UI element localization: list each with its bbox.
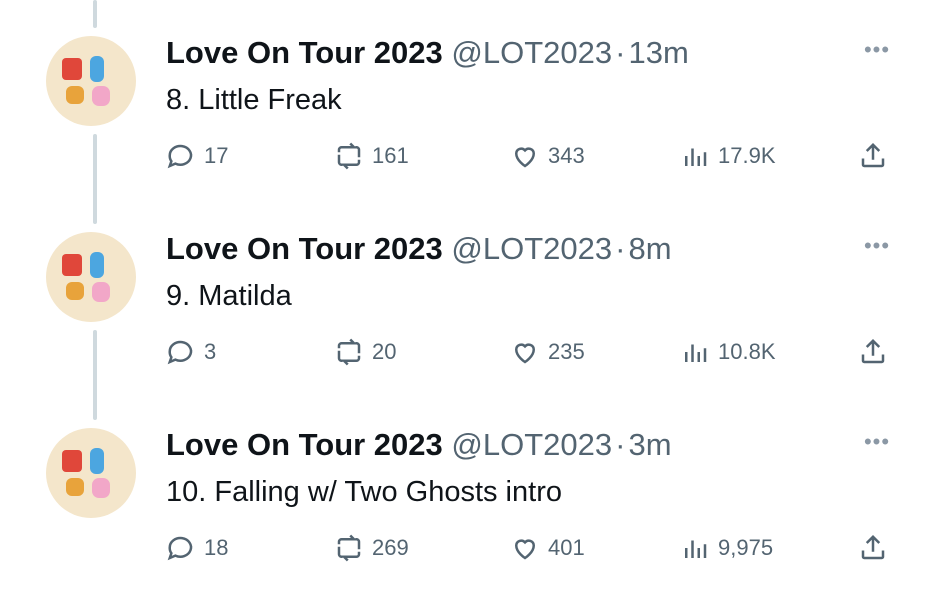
avatar[interactable] xyxy=(46,428,136,518)
views-count: 9,975 xyxy=(718,535,774,560)
timestamp[interactable]: 13m xyxy=(628,35,688,70)
retweet-count: 161 xyxy=(372,143,409,168)
reply-count: 3 xyxy=(204,339,217,364)
more-icon[interactable]: ••• xyxy=(862,431,892,453)
author-handle[interactable]: @LOT2023 xyxy=(451,231,612,266)
like-button[interactable]: 401 xyxy=(510,533,585,563)
reply-button[interactable]: 17 xyxy=(166,141,228,171)
tweet-header: Love On Tour 2023 @LOT2023·8m xyxy=(166,230,672,268)
retweet-icon xyxy=(337,338,361,366)
like-count: 401 xyxy=(548,535,585,560)
more-icon[interactable]: ••• xyxy=(862,39,892,61)
share-button[interactable] xyxy=(858,141,888,171)
views-button[interactable]: 17.9K xyxy=(680,141,776,171)
author-name[interactable]: Love On Tour 2023 xyxy=(166,35,443,70)
retweet-button[interactable]: 20 xyxy=(334,337,396,367)
share-icon xyxy=(861,338,885,364)
separator: · xyxy=(615,231,626,266)
retweet-button[interactable]: 161 xyxy=(334,141,409,171)
author-name[interactable]: Love On Tour 2023 xyxy=(166,427,443,462)
retweet-icon xyxy=(337,142,361,170)
views-button[interactable]: 10.8K xyxy=(680,337,776,367)
author-handle[interactable]: @LOT2023 xyxy=(451,427,612,462)
separator: · xyxy=(615,427,626,462)
reply-button[interactable]: 18 xyxy=(166,533,228,563)
views-count: 10.8K xyxy=(718,339,776,364)
retweet-count: 269 xyxy=(372,535,409,560)
heart-icon xyxy=(514,539,536,560)
tweet-text: 10. Falling w/ Two Ghosts intro xyxy=(166,476,562,508)
timestamp[interactable]: 8m xyxy=(628,231,671,266)
share-button[interactable] xyxy=(858,337,888,367)
like-count: 235 xyxy=(548,339,585,364)
share-icon xyxy=(861,142,885,168)
views-icon xyxy=(685,344,707,362)
views-icon xyxy=(685,540,707,558)
tweet-header: Love On Tour 2023 @LOT2023·3m xyxy=(166,426,672,464)
retweet-count: 20 xyxy=(372,339,397,364)
reply-count: 17 xyxy=(204,143,229,168)
like-button[interactable]: 235 xyxy=(510,337,585,367)
avatar[interactable] xyxy=(46,232,136,322)
tweet[interactable]: Love On Tour 2023 @LOT2023·8m ••• 9. Mat… xyxy=(0,196,941,392)
heart-icon xyxy=(514,343,536,364)
reply-icon xyxy=(167,340,193,365)
views-button[interactable]: 9,975 xyxy=(680,533,773,563)
reply-icon xyxy=(167,536,193,561)
like-count: 343 xyxy=(548,143,585,168)
retweet-button[interactable]: 269 xyxy=(334,533,409,563)
separator: · xyxy=(615,35,626,70)
views-icon xyxy=(685,148,707,166)
tweet[interactable]: Love On Tour 2023 @LOT2023·13m ••• 8. Li… xyxy=(0,0,941,196)
tweet[interactable]: Love On Tour 2023 @LOT2023·3m ••• 10. Fa… xyxy=(0,392,941,588)
reply-count: 18 xyxy=(204,535,229,560)
avatar[interactable] xyxy=(46,36,136,126)
share-icon xyxy=(861,534,885,560)
reply-icon xyxy=(167,144,193,169)
retweet-icon xyxy=(337,534,361,562)
tweet-header: Love On Tour 2023 @LOT2023·13m xyxy=(166,34,689,72)
share-button[interactable] xyxy=(858,533,888,563)
more-icon[interactable]: ••• xyxy=(862,235,892,257)
author-name[interactable]: Love On Tour 2023 xyxy=(166,231,443,266)
views-count: 17.9K xyxy=(718,143,776,168)
reply-button[interactable]: 3 xyxy=(166,337,216,367)
heart-icon xyxy=(514,147,536,168)
tweet-text: 8. Little Freak xyxy=(166,84,342,116)
author-handle[interactable]: @LOT2023 xyxy=(451,35,612,70)
like-button[interactable]: 343 xyxy=(510,141,585,171)
timestamp[interactable]: 3m xyxy=(628,427,671,462)
tweet-text: 9. Matilda xyxy=(166,280,292,312)
